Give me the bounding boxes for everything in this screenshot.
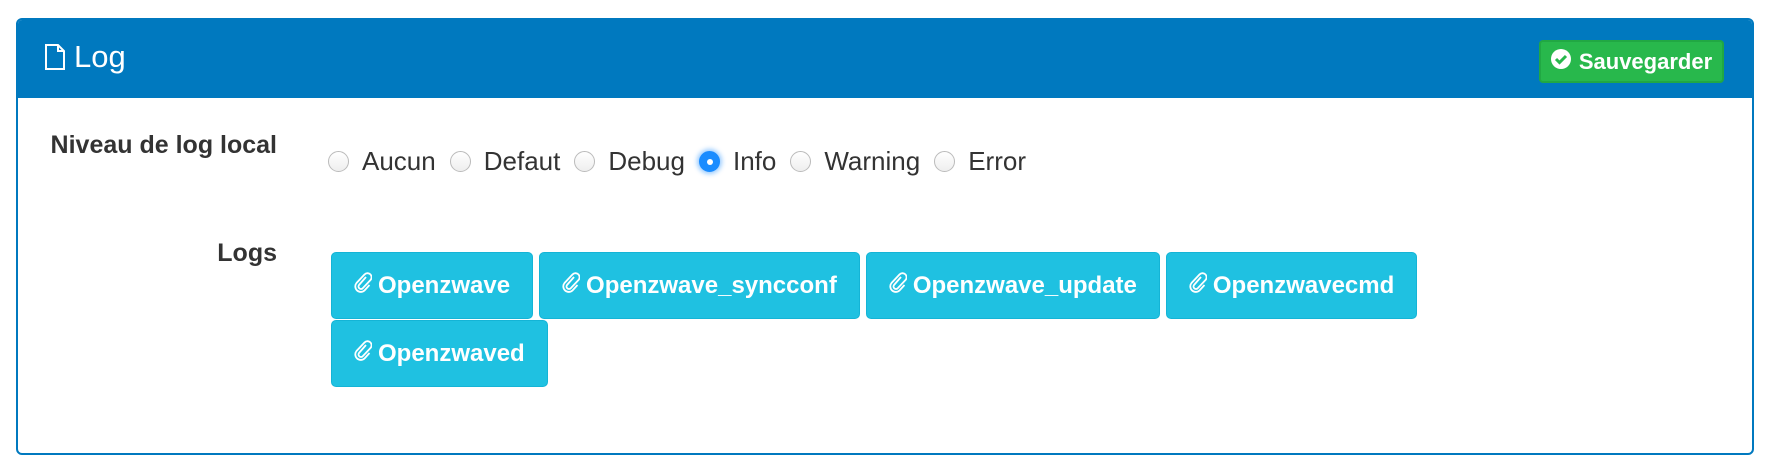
log-button-openzwave-update[interactable]: Openzwave_update [865,252,1160,319]
radio-button[interactable] [449,151,471,172]
log-button-openzwave-syncconf[interactable]: Openzwave_syncconf [539,252,860,319]
panel-header: Log Sauvegarder [18,20,1752,98]
log-level-label: Niveau de log local [50,131,277,159]
log-button-label: Openzwaved [378,339,525,367]
radio-debug[interactable]: Debug [574,146,685,177]
radio-label: Error [968,146,1026,176]
log-button-openzwave[interactable]: Openzwave [331,252,534,319]
log-panel: Log Sauvegarder Niveau de log local Aucu… [16,18,1754,455]
log-button-label: Openzwave_syncconf [586,271,837,299]
log-level-radio-group: Aucun Defaut Debug Info Warning Error [328,146,1040,177]
save-label: Sauvegarder [1578,48,1713,74]
radio-button[interactable] [698,151,720,172]
paperclip-icon [1189,271,1208,300]
log-button-label: Openzwave [378,271,511,299]
radio-label: Warning [824,146,921,176]
paperclip-icon [562,271,581,300]
radio-label: Info [732,146,777,176]
radio-button[interactable] [574,151,596,172]
radio-aucun[interactable]: Aucun [328,146,436,177]
radio-info[interactable]: Info [698,146,777,177]
radio-label: Debug [608,146,685,176]
file-icon [44,43,66,71]
paperclip-icon [889,271,908,300]
check-circle-icon [1550,48,1571,75]
radio-defaut[interactable]: Defaut [449,146,561,177]
logs-label: Logs [217,239,277,267]
log-button-label: Openzwavecmd [1212,271,1395,299]
log-button-openzwaved[interactable]: Openzwaved [331,320,548,387]
radio-button[interactable] [790,151,812,172]
radio-warning[interactable]: Warning [790,146,920,177]
paperclip-icon [354,339,373,368]
save-button[interactable]: Sauvegarder [1539,40,1724,83]
radio-label: Aucun [362,146,436,176]
radio-error[interactable]: Error [934,146,1026,177]
radio-button[interactable] [328,151,349,172]
panel-title: Log [44,39,126,75]
radio-label: Defaut [483,146,561,176]
log-button-label: Openzwave_update [912,271,1137,299]
log-buttons: Openzwave Openzwave_syncconf Openzwave_upd… [331,252,1431,388]
panel-title-text: Log [74,39,126,74]
log-button-openzwavecmd[interactable]: Openzwavecmd [1165,252,1418,319]
radio-button[interactable] [934,151,956,172]
paperclip-icon [354,271,373,300]
